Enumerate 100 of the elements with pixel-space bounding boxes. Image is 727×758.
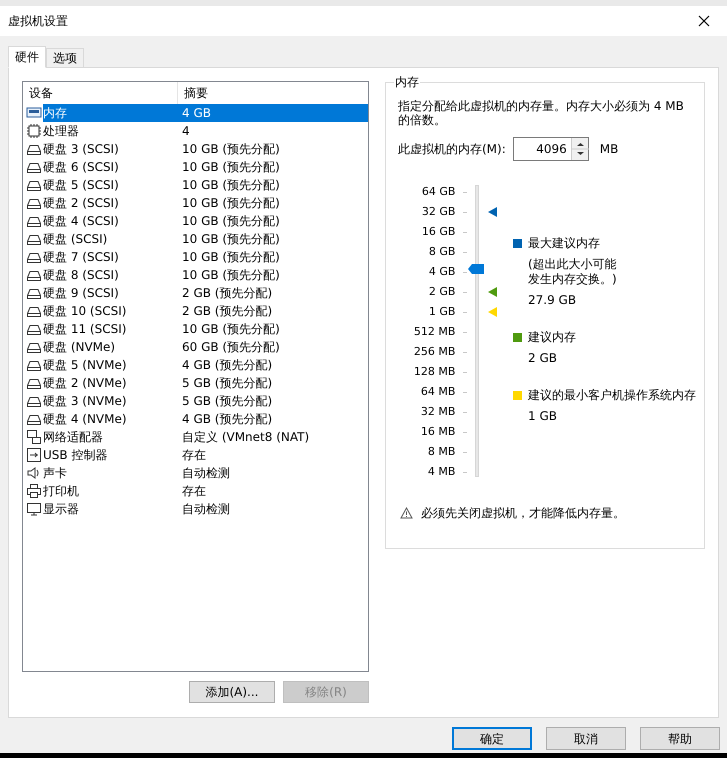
warning-icon (400, 507, 413, 519)
device-name: 硬盘 7 (SCSI) (43, 249, 120, 266)
spin-buttons[interactable] (570, 138, 588, 160)
device-summary: 10 GB (预先分配) (182, 141, 280, 158)
list-row[interactable]: 硬盘 11 (SCSI) 10 GB (预先分配) (43, 320, 368, 338)
list-row[interactable]: 硬盘 2 (SCSI) 10 GB (预先分配) (43, 194, 368, 212)
legend-label: 最大建议内存 (528, 236, 601, 251)
slider-thumb[interactable] (468, 264, 484, 274)
scale-label: 1 GB (428, 304, 456, 320)
legend-value: 27.9 GB (528, 293, 578, 308)
device-summary: 自定义 (VMnet8 (NAT) (182, 429, 310, 446)
device-summary: 10 GB (预先分配) (182, 159, 280, 176)
device-name: 硬盘 9 (SCSI) (43, 285, 120, 302)
device-name: 处理器 (43, 123, 80, 140)
device-summary: 10 GB (预先分配) (182, 195, 280, 212)
device-name: 硬盘 (NVMe) (43, 339, 116, 356)
list-row[interactable]: 显示器 自动检测 (43, 500, 368, 518)
legend-value: 2 GB (528, 351, 558, 366)
legend-label: 建议的最小客户机操作系统内存 (528, 388, 696, 403)
list-row[interactable]: 处理器 4 (43, 122, 368, 140)
device-summary: 2 GB (预先分配) (182, 285, 272, 302)
scale-label: 64 GB (422, 184, 456, 200)
list-row[interactable]: 声卡 自动检测 (43, 464, 368, 482)
list-row[interactable]: 硬盘 9 (SCSI) 2 GB (预先分配) (43, 284, 368, 302)
device-summary: 4 GB (预先分配) (182, 357, 272, 374)
legend-note: (超出此大小可能发生内存交换。) (528, 257, 618, 287)
list-row[interactable]: 硬盘 4 (SCSI) 10 GB (预先分配) (43, 212, 368, 230)
device-summary: 4 GB (预先分配) (182, 411, 272, 428)
list-row[interactable]: 硬盘 2 (NVMe) 5 GB (预先分配) (43, 374, 368, 392)
device-summary: 2 GB (预先分配) (182, 303, 272, 320)
scale-label: 32 MB (420, 404, 456, 420)
window-title: 虚拟机设置 (8, 13, 68, 30)
scale-label: 4 GB (428, 264, 456, 280)
dialog-button[interactable]: 取消 (546, 727, 626, 750)
device-name: 声卡 (43, 465, 68, 482)
device-name: 硬盘 4 (NVMe) (43, 411, 128, 428)
list-row[interactable]: 硬盘 5 (SCSI) 10 GB (预先分配) (43, 176, 368, 194)
dialog-button[interactable]: 帮助 (640, 727, 720, 750)
device-summary: 10 GB (预先分配) (182, 267, 280, 284)
list-row[interactable]: 硬盘 6 (SCSI) 10 GB (预先分配) (43, 158, 368, 176)
list-row[interactable]: USB 控制器 存在 (43, 446, 368, 464)
device-name: 硬盘 10 (SCSI) (43, 303, 128, 320)
device-summary: 5 GB (预先分配) (182, 393, 272, 410)
scale-label: 4 MB (428, 464, 456, 480)
list-row[interactable]: 硬盘 7 (SCSI) 10 GB (预先分配) (43, 248, 368, 266)
device-name: 硬盘 6 (SCSI) (43, 159, 120, 176)
list-row[interactable]: 硬盘 8 (SCSI) 10 GB (预先分配) (43, 266, 368, 284)
list-row[interactable]: 硬盘 3 (SCSI) 10 GB (预先分配) (43, 140, 368, 158)
list-row[interactable]: 硬盘 (NVMe) 60 GB (预先分配) (43, 338, 368, 356)
warning-text: 必须先关闭虚拟机，才能降低内存量。 (421, 505, 625, 522)
close-icon (698, 15, 710, 27)
description-text: 指定分配给此虚拟机的内存量。内存大小必须为 4 MB 的倍数。 (398, 99, 685, 127)
device-summary: 自动检测 (182, 465, 230, 482)
device-name: 硬盘 5 (NVMe) (43, 357, 128, 374)
list-row[interactable]: 硬盘 (SCSI) 10 GB (预先分配) (43, 230, 368, 248)
number-field[interactable]: 4096 (512, 137, 589, 161)
list-row[interactable]: 打印机 存在 (43, 482, 368, 500)
device-name: USB 控制器 (43, 447, 108, 464)
scale-label: 256 MB (414, 344, 456, 360)
list-row[interactable]: 内存 4 GB (43, 104, 368, 122)
device-summary: 10 GB (预先分配) (182, 177, 280, 194)
device-name: 硬盘 2 (SCSI) (43, 195, 120, 212)
device-summary: 10 GB (预先分配) (182, 231, 280, 248)
list-row[interactable]: 硬盘 5 (NVMe) 4 GB (预先分配) (43, 356, 368, 374)
list-row[interactable]: 硬盘 4 (NVMe) 4 GB (预先分配) (43, 410, 368, 428)
legend-label: 建议内存 (528, 330, 576, 345)
usb-icon (26, 447, 42, 463)
scale-label: 128 MB (414, 364, 456, 380)
device-name: 显示器 (43, 501, 80, 518)
list-action-button[interactable]: 添加(A)... (189, 681, 275, 703)
tab[interactable]: 选项 (46, 48, 84, 67)
device-name: 网络适配器 (43, 429, 104, 446)
device-summary: 4 (182, 123, 190, 140)
device-summary: 10 GB (预先分配) (182, 213, 280, 230)
device-summary: 存在 (182, 447, 206, 464)
scale-label: 512 MB (414, 324, 456, 340)
scale-label: 16 GB (422, 224, 456, 240)
group-title: 内存 (394, 74, 420, 90)
device-summary: 4 GB (182, 105, 211, 122)
tab[interactable]: 硬件 (8, 46, 46, 68)
legend-value: 1 GB (528, 409, 558, 424)
column-header[interactable]: 摘要 (178, 82, 368, 104)
device-summary: 5 GB (预先分配) (182, 375, 272, 392)
unit-label: MB (600, 141, 618, 158)
marker-triangle-icon (488, 207, 498, 217)
device-summary: 存在 (182, 483, 206, 500)
device-name: 硬盘 5 (SCSI) (43, 177, 120, 194)
device-summary: 10 GB (预先分配) (182, 249, 280, 266)
scale-label: 32 GB (422, 204, 456, 220)
list-row[interactable]: 网络适配器 自定义 (VMnet8 (NAT) (43, 428, 368, 446)
list-row[interactable]: 硬盘 3 (NVMe) 5 GB (预先分配) (43, 392, 368, 410)
device-name: 硬盘 3 (SCSI) (43, 141, 120, 158)
scale-label: 16 MB (420, 424, 456, 440)
device-summary: 自动检测 (182, 501, 230, 518)
dialog-button[interactable]: 确定 (452, 727, 532, 750)
device-name: 打印机 (43, 483, 80, 500)
scale-label: 64 MB (420, 384, 456, 400)
list-row[interactable]: 硬盘 10 (SCSI) 2 GB (预先分配) (43, 302, 368, 320)
network-icon (26, 429, 42, 445)
device-name: 硬盘 (SCSI) (43, 231, 108, 248)
